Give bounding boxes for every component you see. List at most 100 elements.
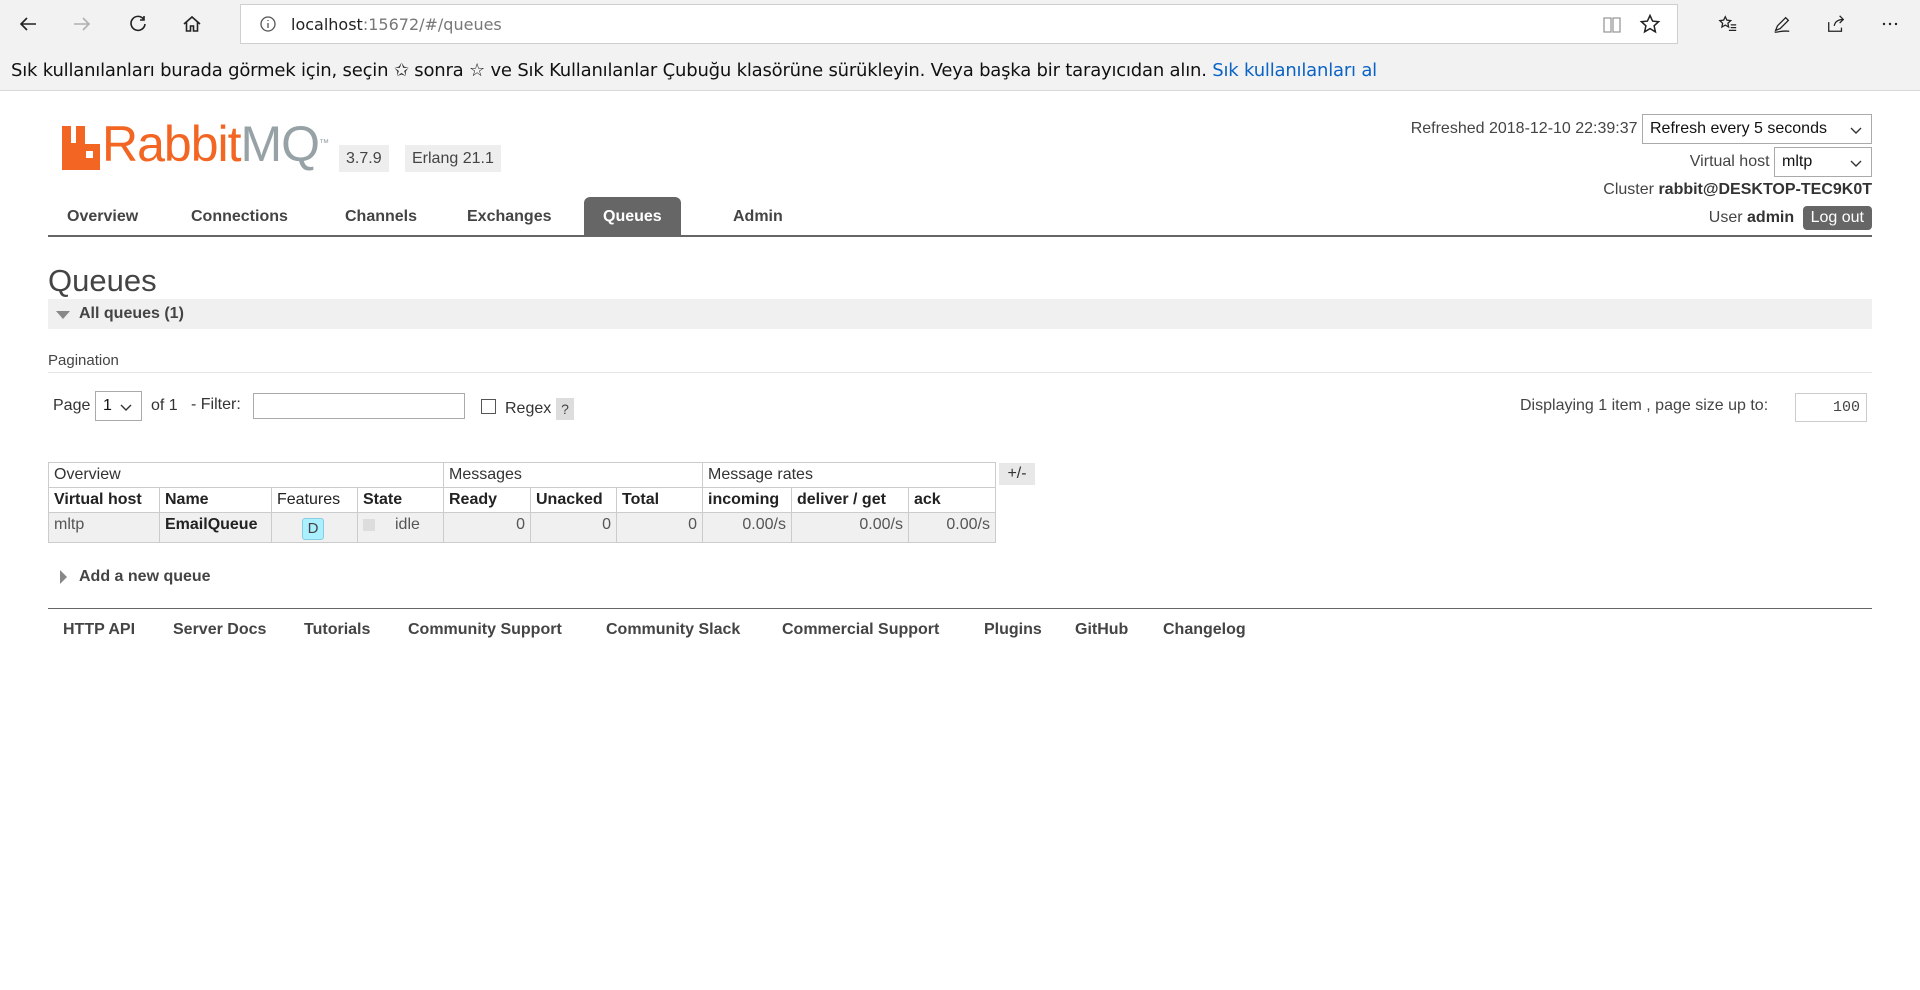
tab-connections[interactable]: Connections bbox=[172, 197, 307, 235]
cell-ready: 0 bbox=[443, 512, 531, 543]
cell-deliver-get: 0.00/s bbox=[791, 512, 909, 543]
refresh-row: Refreshed 2018-12-10 22:39:37 Refresh ev… bbox=[1411, 114, 1872, 144]
col-virtual-host[interactable]: Virtual host bbox=[48, 487, 160, 513]
durable-feature-badge: D bbox=[302, 518, 324, 540]
tab-admin[interactable]: Admin bbox=[714, 197, 802, 235]
tab-overview[interactable]: Overview bbox=[48, 197, 157, 235]
rabbitmq-logo[interactable]: RabbitMQ™ bbox=[62, 116, 329, 172]
regex-checkbox[interactable] bbox=[481, 399, 496, 414]
back-icon[interactable] bbox=[8, 6, 48, 42]
page-title: Queues bbox=[48, 263, 157, 298]
col-deliver-get[interactable]: deliver / get bbox=[791, 487, 909, 513]
reading-view-icon[interactable] bbox=[1601, 14, 1623, 36]
pagination-divider bbox=[48, 372, 1872, 373]
favorites-bar: Sık kullanılanları burada görmek için, s… bbox=[0, 48, 1920, 91]
column-header-row: Virtual host Name Features State Ready U… bbox=[48, 487, 996, 513]
logo-wordmark: RabbitMQ™ bbox=[102, 116, 329, 172]
footer-link-plugins[interactable]: Plugins bbox=[984, 621, 1042, 639]
footer-link-community-slack[interactable]: Community Slack bbox=[606, 621, 740, 639]
page-label: Page bbox=[53, 397, 91, 414]
pen-icon[interactable] bbox=[1762, 6, 1802, 42]
version-badge: 3.7.9 bbox=[339, 145, 389, 172]
queue-name-link[interactable]: EmailQueue bbox=[159, 512, 272, 543]
col-ready[interactable]: Ready bbox=[443, 487, 531, 513]
favorites-list-icon[interactable] bbox=[1708, 6, 1748, 42]
address-bar[interactable]: localhost:15672/#/queues bbox=[240, 4, 1678, 44]
footer-link-server-docs[interactable]: Server Docs bbox=[173, 621, 266, 639]
cluster-name: rabbit@DESKTOP-TEC9K0T bbox=[1658, 181, 1872, 198]
vhost-row: Virtual host mltp bbox=[1690, 147, 1872, 177]
tab-channels[interactable]: Channels bbox=[326, 197, 436, 235]
browser-chrome: localhost:15672/#/queues Sık kullanılanl… bbox=[0, 0, 1920, 91]
footer-link-changelog[interactable]: Changelog bbox=[1163, 621, 1246, 639]
tab-queues[interactable]: Queues bbox=[584, 197, 681, 235]
expand-triangle-icon bbox=[60, 570, 67, 584]
more-icon[interactable] bbox=[1870, 6, 1910, 42]
share-icon[interactable] bbox=[1816, 6, 1856, 42]
all-queues-section-toggle[interactable]: All queues (1) bbox=[48, 299, 1872, 329]
page-count: of 1 bbox=[151, 397, 178, 414]
footer-link-github[interactable]: GitHub bbox=[1075, 621, 1128, 639]
regex-help-button[interactable]: ? bbox=[556, 398, 574, 420]
vhost-label: Virtual host bbox=[1689, 153, 1770, 171]
group-header-overview: Overview bbox=[48, 462, 444, 488]
footer-links: HTTP API Server Docs Tutorials Community… bbox=[48, 608, 1872, 648]
col-state[interactable]: State bbox=[357, 487, 444, 513]
col-incoming[interactable]: incoming bbox=[702, 487, 792, 513]
col-total[interactable]: Total bbox=[616, 487, 703, 513]
info-icon[interactable] bbox=[259, 15, 277, 33]
cell-total: 0 bbox=[616, 512, 703, 543]
filter-input[interactable] bbox=[253, 393, 465, 419]
footer-link-tutorials[interactable]: Tutorials bbox=[304, 621, 370, 639]
group-header-messages: Messages bbox=[443, 462, 703, 488]
cell-state: idle bbox=[357, 512, 444, 543]
displaying-text: Displaying 1 item , page size up to: bbox=[1520, 397, 1769, 414]
refresh-icon[interactable] bbox=[118, 6, 158, 42]
browser-toolbar: localhost:15672/#/queues bbox=[0, 0, 1920, 48]
column-toggle-button[interactable]: +/- bbox=[999, 463, 1035, 485]
import-favorites-link[interactable]: Sık kullanılanları al bbox=[1212, 60, 1377, 81]
regex-label: Regex bbox=[505, 400, 552, 417]
refreshed-label: Refreshed bbox=[1410, 120, 1485, 138]
refresh-interval-select[interactable]: Refresh every 5 seconds bbox=[1642, 114, 1872, 144]
vhost-select[interactable]: mltp bbox=[1774, 147, 1872, 177]
pagination-heading: Pagination bbox=[48, 352, 119, 369]
cell-features: D bbox=[271, 512, 358, 543]
footer-link-commercial-support[interactable]: Commercial Support bbox=[782, 621, 939, 639]
section-label: All queues (1) bbox=[79, 305, 184, 322]
refreshed-time: 2018-12-10 22:39:37 bbox=[1488, 120, 1638, 138]
col-unacked[interactable]: Unacked bbox=[530, 487, 617, 513]
col-features: Features bbox=[271, 487, 358, 513]
cell-virtual-host: mltp bbox=[48, 512, 160, 543]
home-icon[interactable] bbox=[172, 6, 212, 42]
queues-table: Overview Messages Message rates Virtual … bbox=[48, 462, 996, 543]
group-header-message-rates: Message rates bbox=[702, 462, 996, 488]
cell-ack: 0.00/s bbox=[908, 512, 996, 543]
url-text: localhost:15672/#/queues bbox=[291, 15, 502, 34]
page-size-input[interactable]: 100 bbox=[1795, 393, 1867, 422]
page-select[interactable]: 1 bbox=[95, 391, 142, 421]
erlang-badge: Erlang 21.1 bbox=[405, 145, 501, 172]
forward-icon[interactable] bbox=[62, 6, 102, 42]
state-indicator-icon bbox=[363, 518, 375, 531]
table-row[interactable]: mltp EmailQueue D idle 0 0 0 0.00/s 0.00… bbox=[48, 512, 996, 543]
add-queue-label: Add a new queue bbox=[79, 568, 211, 585]
main-nav-tabs: Overview Connections Channels Exchanges … bbox=[48, 197, 1872, 237]
chevron-down-icon bbox=[1850, 160, 1862, 167]
favorites-star-outline-icon: ✩ bbox=[393, 60, 409, 81]
cluster-label: Cluster bbox=[1603, 181, 1654, 198]
col-name[interactable]: Name bbox=[159, 487, 272, 513]
favorites-bar-message: Sık kullanılanları burada görmek için, s… bbox=[11, 60, 1377, 81]
rabbitmq-logo-icon bbox=[62, 126, 100, 170]
chevron-down-icon bbox=[1850, 127, 1862, 134]
cell-unacked: 0 bbox=[530, 512, 617, 543]
tab-exchanges[interactable]: Exchanges bbox=[448, 197, 570, 235]
footer-link-http-api[interactable]: HTTP API bbox=[63, 621, 135, 639]
favorite-star-icon[interactable] bbox=[1639, 13, 1661, 35]
footer-link-community-support[interactable]: Community Support bbox=[408, 621, 562, 639]
col-ack[interactable]: ack bbox=[908, 487, 996, 513]
chevron-down-icon bbox=[120, 404, 132, 411]
collapse-triangle-icon bbox=[56, 311, 70, 319]
cell-incoming: 0.00/s bbox=[702, 512, 792, 543]
filter-label: - Filter: bbox=[191, 396, 241, 413]
